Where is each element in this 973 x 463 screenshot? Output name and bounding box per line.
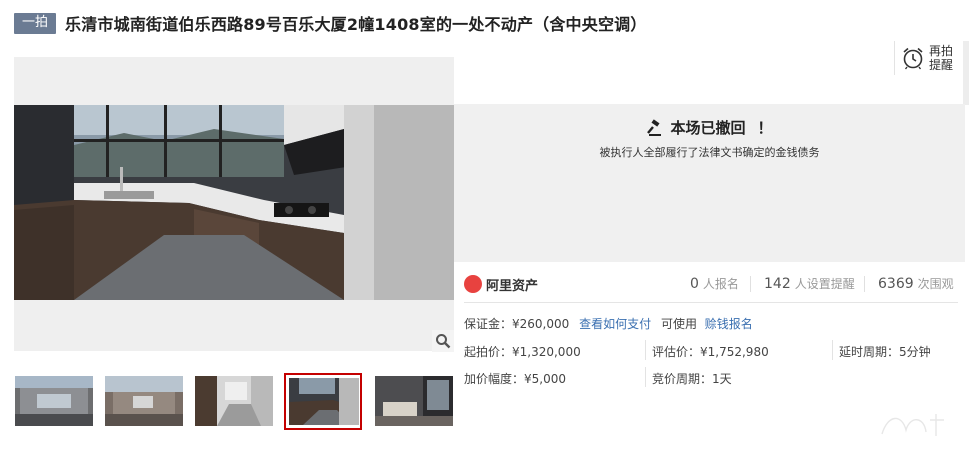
- stats-bar: 阿里资产 0 人报名 142 人设置提醒 6369 次围观: [464, 270, 958, 298]
- how-to-pay-link[interactable]: 查看如何支付: [579, 317, 651, 331]
- reminder-count-unit: 人设置提醒: [794, 277, 855, 291]
- column-divider: [832, 340, 833, 360]
- stats-divider: [864, 276, 865, 292]
- reminder-count-value: 142: [764, 276, 791, 292]
- deposit-row: 保证金：¥260,000 查看如何支付 可使用 赊钱报名: [464, 315, 753, 332]
- deposit-amount: 保证金：¥260,000: [464, 317, 570, 331]
- thumbnail-3[interactable]: [195, 376, 273, 426]
- status-exclaim: ！: [757, 119, 773, 137]
- zoom-button[interactable]: [432, 330, 454, 352]
- starting-price: 起拍价：¥1,320,000: [464, 345, 581, 359]
- auction-round-tag: 一拍: [14, 12, 57, 34]
- column-divider: [645, 367, 646, 387]
- gavel-icon: [647, 118, 662, 136]
- ali-assets-logo[interactable]: 阿里资产: [464, 275, 538, 294]
- thumbnail-4-selected[interactable]: [284, 373, 362, 430]
- status-title: 本场已撤回: [670, 119, 746, 137]
- kitchen-photo: [14, 105, 454, 300]
- thumbnail-2[interactable]: [105, 376, 183, 426]
- auction-status-panel: 本场已撤回 ！ 被执行人全部履行了法律文书确定的金钱债务: [454, 104, 965, 262]
- usable-label: 可使用: [660, 317, 697, 331]
- view-count: 6369 次围观: [878, 275, 954, 292]
- view-count-unit: 次围观: [917, 277, 954, 291]
- thumbnail-1[interactable]: [15, 376, 93, 426]
- signup-count-unit: 人报名: [702, 277, 739, 291]
- assessed-price: 评估价：¥1,752,980: [652, 345, 769, 359]
- ali-assets-logo-icon: [464, 275, 482, 293]
- panel-scrollbar[interactable]: [963, 41, 969, 105]
- auction-title-row: 一拍 乐清市城南街道伯乐西路89号百乐大厦2幢1408室的一处不动产（含中央空调…: [14, 11, 963, 35]
- column-divider: [645, 340, 646, 360]
- status-detail: 被执行人全部履行了法律文书确定的金钱债务: [599, 146, 820, 159]
- bidding-period: 竞价周期：1天: [652, 372, 732, 386]
- signup-count: 0 人报名: [690, 275, 739, 292]
- magnifier-icon: [436, 334, 451, 349]
- credit-signup-link[interactable]: 赊钱报名: [705, 317, 753, 331]
- reminder-label: 再拍提醒: [929, 44, 954, 72]
- view-count-value: 6369: [878, 276, 914, 292]
- signup-count-value: 0: [690, 276, 699, 292]
- stats-divider: [750, 276, 751, 292]
- ali-assets-logo-text: 阿里资产: [486, 278, 539, 294]
- thumbnail-5[interactable]: [375, 376, 453, 426]
- section-divider: [464, 302, 958, 303]
- main-photo-viewer[interactable]: [14, 57, 454, 351]
- reminder-count: 142 人设置提醒: [764, 275, 855, 292]
- reauction-reminder-button[interactable]: 再拍提醒: [894, 41, 956, 75]
- watermark-doodle: [881, 414, 944, 436]
- delay-period: 延时周期：5分钟: [839, 345, 931, 359]
- alarm-clock-icon: [903, 47, 923, 70]
- bid-increment: 加价幅度：¥5,000: [464, 372, 566, 386]
- page-title: 乐清市城南街道伯乐西路89号百乐大厦2幢1408室的一处不动产（含中央空调）: [65, 15, 647, 34]
- status-headline: 本场已撤回 ！: [454, 117, 965, 138]
